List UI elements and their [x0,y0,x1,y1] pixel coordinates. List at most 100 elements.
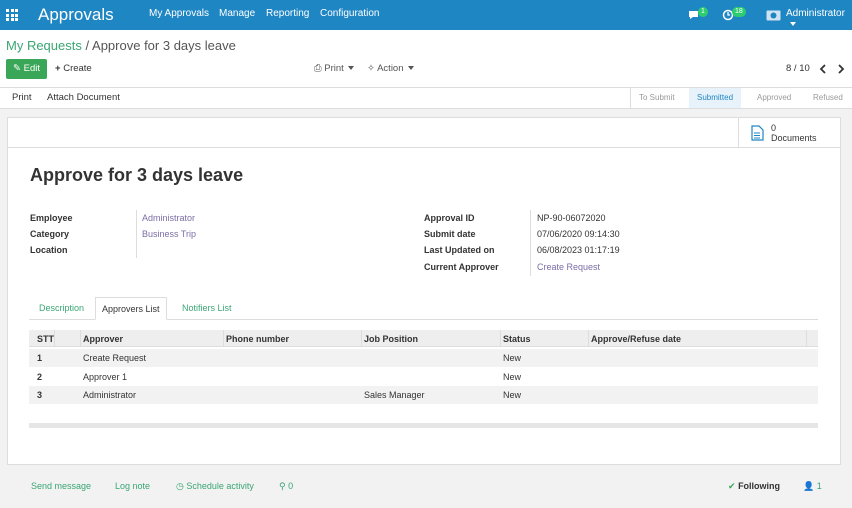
top-navbar: Approvals My Approvals Manage Reporting … [0,0,852,30]
print-dropdown[interactable]: ⎙ Print [314,63,354,74]
tab-notifiers-list[interactable]: Notifiers List [176,297,238,320]
apps-grid-icon[interactable] [6,9,18,21]
pencil-icon: ✎ [13,63,21,74]
record-title: Approve for 3 days leave [30,165,244,185]
col-divider [588,330,589,347]
followers-button[interactable]: 👤 1 [803,481,822,492]
cell-status: New [503,390,522,400]
horizontal-scrollbar[interactable] [29,423,818,428]
documents-smart-button[interactable]: 0 Documents [748,123,838,145]
table-row[interactable]: 1 Create Request New [29,349,818,367]
documents-count: 0 [771,123,777,133]
field-separator [136,210,137,258]
col-divider [806,330,807,347]
last-updated-value: 06/08/2023 01:17:19 [537,245,620,255]
field-separator [530,210,531,276]
create-label: Create [63,63,92,74]
schedule-activity-button[interactable]: ◷ Schedule activity [176,481,254,492]
tab-approvers-list[interactable]: Approvers List [95,297,167,320]
edit-button[interactable]: ✎ Edit [6,59,47,79]
action-label: Action [377,63,404,74]
documents-label: Documents [771,133,817,143]
cell-job: Sales Manager [364,390,425,400]
current-approver-label: Current Approver [424,262,499,272]
col-divider [361,330,362,347]
table-row[interactable]: 3 Administrator Sales Manager New [29,386,818,404]
followers-count: 1 [816,481,822,491]
stage-submitted[interactable]: Submitted [689,88,742,108]
cell-stt: 2 [37,372,43,382]
menu-reporting[interactable]: Reporting [266,8,309,19]
col-approve-date[interactable]: Approve/Refuse date [591,334,681,344]
employee-label: Employee [30,213,73,223]
print-button[interactable]: Print [12,92,32,103]
stage-approved[interactable]: Approved [749,88,799,108]
cell-status: New [503,353,522,363]
attachments-button[interactable]: ⚲ 0 [279,481,293,492]
category-label: Category [30,229,70,239]
control-panel: My Requests / Approve for 3 days leave [0,30,852,87]
col-job-position[interactable]: Job Position [364,334,418,344]
pager-value[interactable]: 8 / 10 [786,63,810,74]
menu-manage[interactable]: Manage [219,8,255,19]
wrench-icon: ✧ [367,63,375,74]
submit-date-label: Submit date [424,229,476,239]
cell-approver: Administrator [83,390,137,400]
submit-date-value: 07/06/2020 09:14:30 [537,229,620,239]
plus-icon: + [55,63,61,74]
cell-status: New [503,372,522,382]
chevron-left-icon[interactable] [819,64,827,74]
divider [7,147,841,148]
clock-icon: ◷ [176,481,184,491]
log-note-button[interactable]: Log note [115,481,150,491]
divider [738,118,739,147]
col-phone[interactable]: Phone number [226,334,289,344]
breadcrumb: My Requests / Approve for 3 days leave [6,38,236,53]
printer-icon: ⎙ [314,63,322,74]
paperclip-icon: ⚲ [279,481,286,491]
app-title[interactable]: Approvals [38,5,114,25]
action-dropdown[interactable]: ✧ Action [367,63,414,74]
user-avatar-icon [766,10,781,21]
pager: 8 / 10 [786,63,810,74]
table-header: STT Approver Phone number Job Position S… [29,330,818,347]
col-approver[interactable]: Approver [83,334,123,344]
col-divider [223,330,224,347]
activity-count-badge: 18 [732,7,746,17]
col-stt[interactable]: STT [37,334,54,344]
check-icon: ✔ [728,481,736,491]
stage-refused[interactable]: Refused [805,88,851,108]
cell-approver: Create Request [83,353,147,363]
attachments-count: 0 [288,481,294,491]
tab-description[interactable]: Description [33,297,90,320]
user-menu[interactable]: Administrator [786,8,852,30]
following-label: Following [738,481,781,491]
breadcrumb-current: Approve for 3 days leave [92,38,236,53]
col-status[interactable]: Status [503,334,531,344]
chevron-down-icon [790,22,796,27]
user-icon: 👤 [803,481,815,491]
category-value[interactable]: Business Trip [142,229,196,239]
following-button[interactable]: ✔ Following [728,481,780,492]
breadcrumb-parent[interactable]: My Requests [6,38,82,53]
print-label: Print [324,63,344,74]
cell-approver: Approver 1 [83,372,128,382]
breadcrumb-separator: / [85,38,90,53]
current-approver-value[interactable]: Create Request [537,262,600,272]
menu-my-approvals[interactable]: My Approvals [149,8,209,19]
last-updated-label: Last Updated on [424,245,495,255]
user-name: Administrator [786,8,845,19]
employee-value[interactable]: Administrator [142,213,195,223]
table-row[interactable]: 2 Approver 1 New [29,368,818,386]
col-divider [54,330,55,347]
create-button[interactable]: + Create [55,63,92,74]
chevron-right-icon[interactable] [837,64,845,74]
menu-configuration[interactable]: Configuration [320,8,379,19]
approval-id-value: NP-90-06072020 [537,213,606,223]
attach-document-button[interactable]: Attach Document [47,92,120,103]
send-message-button[interactable]: Send message [31,481,91,491]
stage-to-submit[interactable]: To Submit [630,88,683,108]
chat-count-badge: 1 [698,7,708,17]
document-icon [751,125,764,141]
edit-label: Edit [23,63,40,74]
